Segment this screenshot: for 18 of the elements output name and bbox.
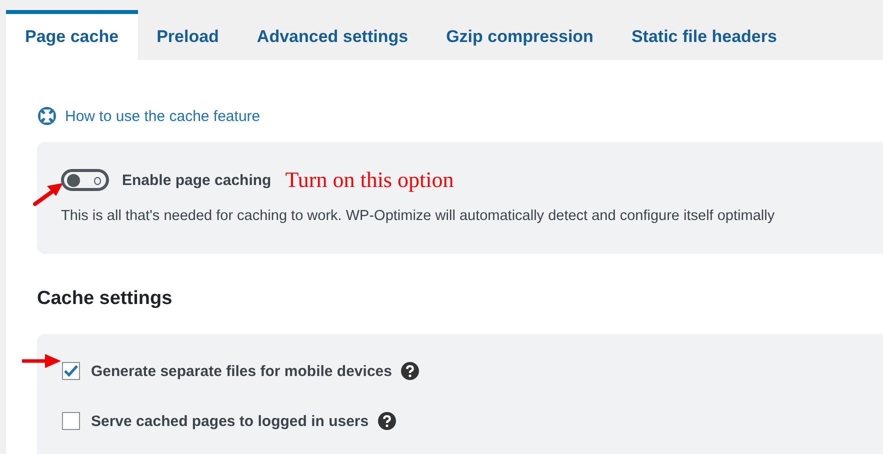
help-icon[interactable] [400, 362, 419, 380]
annotation-text: Turn on this option [285, 167, 454, 193]
checkbox[interactable] [62, 412, 80, 430]
tab[interactable]: Gzip compression [427, 10, 612, 60]
tab[interactable]: Page cache [6, 10, 138, 60]
description-text: This is all that's needed for caching to work. WP-Optimize will automatically detect and configure itself optimally [61, 208, 776, 224]
tab[interactable]: Preload [138, 10, 238, 60]
checkbox-label: Serve cached pages to logged in users [91, 412, 369, 430]
lifebuoy-icon [37, 106, 57, 126]
help-link[interactable]: How to use the cache feature [65, 108, 260, 124]
section-heading: Cache settings [37, 288, 174, 311]
checkbox[interactable] [62, 362, 80, 380]
help-icon[interactable] [378, 412, 396, 430]
toggle-switch[interactable] [61, 169, 109, 191]
tab[interactable]: Advanced settings [238, 10, 428, 60]
toggle-label: Enable page caching [122, 172, 272, 188]
tab[interactable]: Static file headers [612, 10, 796, 60]
checkbox-label: Generate separate files for mobile devices [91, 362, 392, 380]
